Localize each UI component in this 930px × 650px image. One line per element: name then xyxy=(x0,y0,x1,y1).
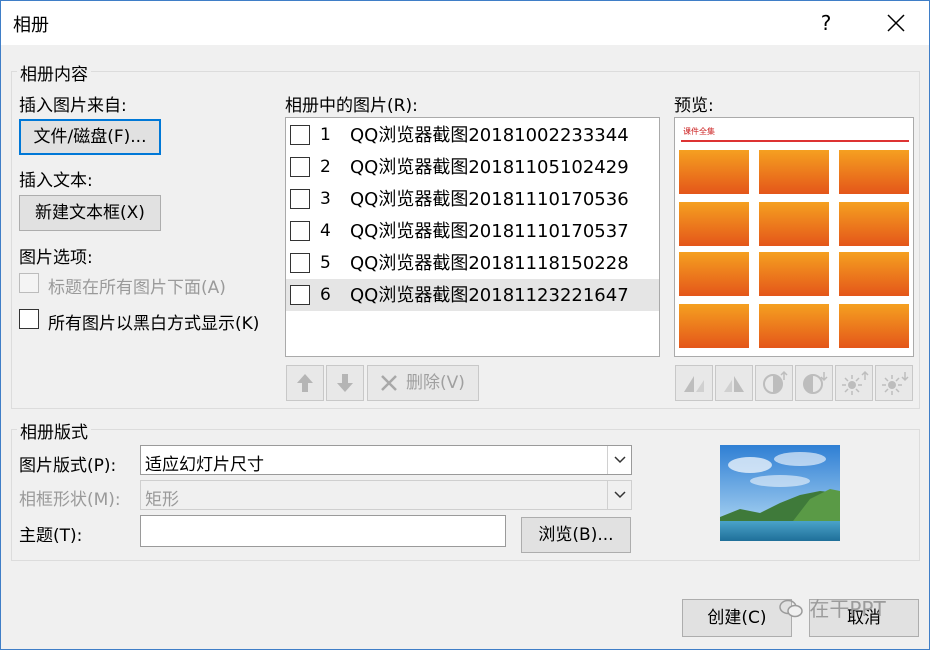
rotate-left-button[interactable] xyxy=(675,365,713,401)
pictures-in-album-label: 相册中的图片(R): xyxy=(285,96,418,116)
landscape-image xyxy=(720,445,840,541)
list-item[interactable]: 1 QQ浏览器截图20181002233344 xyxy=(286,119,659,151)
dialog-title: 相册 xyxy=(13,15,49,36)
insert-from-label: 插入图片来自: xyxy=(19,96,127,116)
rotate-right-icon xyxy=(724,376,744,392)
frame-shape-value: 矩形 xyxy=(145,490,179,510)
picture-layout-label: 图片版式(P): xyxy=(19,456,117,476)
brightness-up-button[interactable] xyxy=(835,365,873,401)
new-textbox-button[interactable]: 新建文本框(X) xyxy=(19,195,161,231)
picture-checkbox[interactable] xyxy=(290,125,310,145)
preview-tile-grid xyxy=(675,146,913,356)
picture-layout-value: 适应幻灯片尺寸 xyxy=(145,455,264,475)
help-button[interactable]: ? xyxy=(809,7,843,39)
dropdown-arrow xyxy=(607,481,631,509)
picture-number: 2 xyxy=(320,157,331,177)
list-item[interactable]: 2 QQ浏览器截图20181105102429 xyxy=(286,151,659,183)
delete-button[interactable]: 删除(V) xyxy=(367,365,479,401)
pictures-listbox[interactable]: 1 QQ浏览器截图20181002233344 2 QQ浏览器截图2018110… xyxy=(285,117,660,357)
preview-tile xyxy=(759,150,829,194)
preview-tile xyxy=(679,304,749,348)
picture-layout-select[interactable]: 适应幻灯片尺寸 xyxy=(140,445,632,475)
delete-x-icon xyxy=(381,375,397,391)
picture-name: QQ浏览器截图20181002233344 xyxy=(350,125,629,146)
watermark-text: 在干PPT xyxy=(809,597,886,621)
picture-options-label: 图片选项: xyxy=(19,248,93,268)
black-white-checkbox[interactable] xyxy=(19,309,39,329)
file-disk-button[interactable]: 文件/磁盘(F)... xyxy=(19,119,161,155)
title-bar: 相册 ? xyxy=(1,1,929,45)
insert-text-label: 插入文本: xyxy=(19,171,93,191)
picture-number: 1 xyxy=(320,125,331,145)
preview-tile xyxy=(679,202,749,246)
caption-below-checkbox xyxy=(19,273,39,293)
frame-shape-label: 相框形状(M): xyxy=(19,490,121,510)
preview-label: 预览: xyxy=(674,96,714,116)
delete-button-label: 删除(V) xyxy=(406,373,465,393)
album-content-title: 相册内容 xyxy=(17,60,91,85)
chevron-down-icon xyxy=(613,456,626,464)
contrast-up-icon xyxy=(763,370,788,394)
wechat-icon xyxy=(779,599,803,618)
create-button[interactable]: 创建(C) xyxy=(682,599,792,637)
wechat-watermark: 在干PPT xyxy=(779,593,886,622)
frame-shape-select: 矩形 xyxy=(140,480,632,510)
picture-number: 3 xyxy=(320,189,331,209)
rotate-right-button[interactable] xyxy=(715,365,753,401)
picture-checkbox[interactable] xyxy=(290,157,310,177)
close-icon xyxy=(887,14,905,32)
preview-image: 课件全集 xyxy=(674,117,914,357)
photo-album-dialog: 相册 ? 相册内容 插入图片来自: 文件/磁盘(F)... 插入文本: 新建文本… xyxy=(0,0,930,650)
preview-tile xyxy=(839,202,909,246)
caption-below-label: 标题在所有图片下面(A) xyxy=(48,278,226,298)
picture-name: QQ浏览器截图20181110170536 xyxy=(350,189,629,210)
album-layout-title: 相册版式 xyxy=(17,418,91,443)
chevron-down-icon xyxy=(613,491,626,499)
preview-tile xyxy=(839,252,909,296)
theme-input[interactable] xyxy=(140,515,506,547)
contrast-down-button[interactable] xyxy=(795,365,833,401)
list-item[interactable]: 5 QQ浏览器截图20181118150228 xyxy=(286,247,659,279)
picture-name: QQ浏览器截图20181123221647 xyxy=(350,285,629,306)
list-item-selected[interactable]: 6 QQ浏览器截图20181123221647 xyxy=(286,279,659,311)
picture-number: 4 xyxy=(320,221,331,241)
close-button[interactable] xyxy=(879,7,913,39)
move-up-button[interactable] xyxy=(286,365,324,401)
move-down-button[interactable] xyxy=(326,365,364,401)
contrast-up-button[interactable] xyxy=(755,365,793,401)
picture-checkbox[interactable] xyxy=(290,189,310,209)
picture-name: QQ浏览器截图20181110170537 xyxy=(350,221,629,242)
list-item[interactable]: 3 QQ浏览器截图20181110170536 xyxy=(286,183,659,215)
preview-tile xyxy=(839,304,909,348)
theme-preview-image xyxy=(720,445,840,541)
picture-checkbox[interactable] xyxy=(290,221,310,241)
picture-number: 6 xyxy=(320,285,331,305)
picture-number: 5 xyxy=(320,253,331,273)
preview-tile xyxy=(679,150,749,194)
preview-header-text: 课件全集 xyxy=(683,127,715,136)
black-white-label[interactable]: 所有图片以黑白方式显示(K) xyxy=(48,309,259,334)
preview-tile xyxy=(759,252,829,296)
preview-tile xyxy=(839,150,909,194)
picture-checkbox[interactable] xyxy=(290,285,310,305)
theme-label: 主题(T): xyxy=(19,526,83,546)
preview-tile xyxy=(759,202,829,246)
preview-tile xyxy=(679,252,749,296)
picture-name: QQ浏览器截图20181105102429 xyxy=(350,157,629,178)
arrow-down-icon xyxy=(337,374,353,392)
browse-button[interactable]: 浏览(B)... xyxy=(521,517,631,553)
contrast-down-icon xyxy=(803,372,828,394)
preview-tile xyxy=(759,304,829,348)
rotate-left-icon xyxy=(684,376,704,392)
dropdown-arrow[interactable] xyxy=(607,446,631,474)
brightness-down-icon xyxy=(882,372,909,395)
arrow-up-icon xyxy=(297,374,313,392)
list-item[interactable]: 4 QQ浏览器截图20181110170537 xyxy=(286,215,659,247)
picture-checkbox[interactable] xyxy=(290,253,310,273)
picture-name: QQ浏览器截图20181118150228 xyxy=(350,253,629,274)
brightness-down-button[interactable] xyxy=(875,365,913,401)
brightness-up-icon xyxy=(842,370,869,395)
preview-header-bar: 课件全集 xyxy=(681,124,909,142)
